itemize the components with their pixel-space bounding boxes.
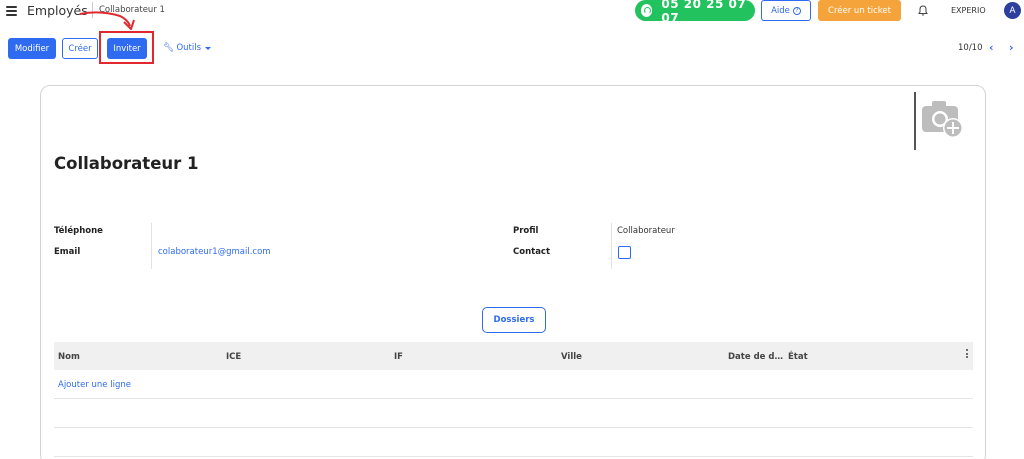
phone-label: Téléphone: [54, 226, 103, 236]
chevron-left-icon[interactable]: ‹: [989, 41, 994, 54]
breadcrumb-current: Collaborateur 1: [99, 5, 165, 15]
chevron-right-icon[interactable]: ›: [1009, 41, 1014, 54]
column-header[interactable]: Ville: [561, 352, 582, 362]
field-divider: [151, 223, 152, 269]
breadcrumb-separator: [92, 2, 93, 18]
dossiers-tab-button[interactable]: Dossiers: [482, 307, 546, 333]
bell-icon[interactable]: [918, 5, 928, 16]
tools-dropdown-label: Outils: [176, 43, 201, 53]
menu-icon[interactable]: [6, 6, 17, 16]
column-header[interactable]: Date de d…: [728, 352, 783, 362]
email-field[interactable]: colaborateur1@gmail.com: [158, 247, 271, 257]
photo-upload[interactable]: [914, 92, 972, 150]
kebab-icon[interactable]: [966, 349, 969, 360]
headset-icon: [641, 4, 653, 17]
chevron-down-icon: [205, 46, 211, 50]
user-avatar[interactable]: A: [1004, 2, 1021, 19]
create-button[interactable]: Créer: [62, 38, 98, 59]
record-title: Collaborateur 1: [54, 154, 199, 173]
column-header[interactable]: IF: [394, 352, 403, 362]
table-header: Nom ICE IF Ville Date de d… État: [54, 342, 973, 370]
phone-number: 05 20 25 07 07: [661, 0, 747, 25]
table-row: [54, 427, 973, 428]
column-header[interactable]: État: [788, 352, 808, 362]
create-ticket-button[interactable]: Créer un ticket: [818, 0, 901, 21]
contact-checkbox[interactable]: [618, 246, 631, 259]
contact-label: Contact: [513, 247, 551, 257]
phone-support-button[interactable]: 05 20 25 07 07: [635, 0, 755, 25]
top-bar: Employés Collaborateur 1 05 20 25 07 07 …: [0, 0, 1024, 25]
tools-dropdown[interactable]: 🔧︎ Outils: [163, 43, 211, 53]
form-sheet: Collaborateur 1 Téléphone Email colabora…: [40, 85, 986, 459]
help-button[interactable]: Aide ?: [761, 0, 811, 21]
pager-counter: 10/10: [958, 43, 983, 53]
wrench-icon: 🔧︎: [163, 42, 175, 53]
help-button-label: Aide: [771, 5, 790, 16]
email-label: Email: [54, 247, 81, 257]
app-title[interactable]: Employés: [27, 3, 88, 18]
column-header[interactable]: Nom: [58, 352, 80, 362]
column-header[interactable]: ICE: [226, 352, 241, 362]
table-row: [54, 456, 973, 457]
help-icon: ?: [792, 6, 801, 15]
table-row: [54, 398, 973, 399]
field-divider: [611, 223, 612, 269]
company-switcher[interactable]: EXPERIO: [951, 6, 986, 15]
invite-button[interactable]: Inviter: [107, 38, 147, 59]
profile-label: Profil: [513, 226, 539, 236]
edit-button[interactable]: Modifier: [8, 38, 56, 59]
add-line-link[interactable]: Ajouter une ligne: [58, 380, 131, 390]
profile-field[interactable]: Collaborateur: [617, 226, 675, 236]
camera-add-icon: [922, 101, 963, 138]
